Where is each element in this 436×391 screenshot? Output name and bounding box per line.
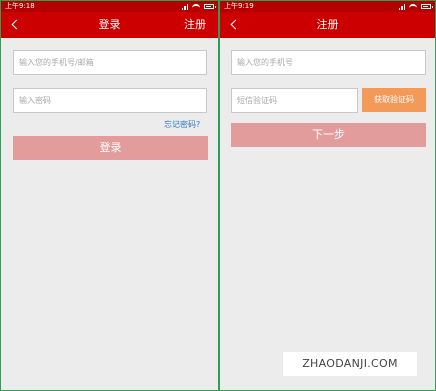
status-time: 上午9:19 bbox=[224, 2, 254, 10]
get-sms-code-button[interactable]: 获取验证码 bbox=[362, 88, 426, 112]
status-time: 上午9:18 bbox=[5, 2, 35, 10]
nav-bar: 注册 bbox=[220, 12, 435, 38]
account-input[interactable]: 输入您的手机号/邮箱 bbox=[13, 50, 207, 75]
phone-input[interactable]: 输入您的手机号 bbox=[231, 50, 426, 75]
watermark: ZHAODANJI.COM bbox=[283, 352, 417, 376]
sms-code-input[interactable]: 短信验证码 bbox=[231, 88, 358, 113]
login-button[interactable]: 登录 bbox=[13, 136, 208, 160]
page-title: 登录 bbox=[98, 18, 121, 31]
register-screen: 上午9:19 注册 输入您的手机号 短信验证码 获取验证码 下一步 bbox=[219, 0, 436, 391]
status-icons bbox=[181, 1, 216, 12]
nav-bar: 登录 注册 bbox=[1, 12, 218, 38]
login-screen: 上午9:18 登录 注册 输入您的手机号/邮箱 输入密码 忘记密码? 登录 bbox=[0, 0, 219, 391]
battery-icon bbox=[421, 4, 433, 9]
page-title: 注册 bbox=[316, 18, 339, 31]
wifi-icon bbox=[409, 3, 417, 10]
back-arrow-icon[interactable] bbox=[230, 19, 241, 30]
register-link[interactable]: 注册 bbox=[184, 12, 206, 38]
signal-icon bbox=[398, 3, 405, 10]
wifi-icon bbox=[192, 3, 200, 10]
battery-icon bbox=[204, 4, 216, 9]
status-bar: 上午9:19 bbox=[220, 1, 435, 12]
password-input[interactable]: 输入密码 bbox=[13, 88, 207, 113]
forgot-password-link[interactable]: 忘记密码? bbox=[164, 119, 200, 130]
signal-icon bbox=[181, 3, 188, 10]
status-icons bbox=[398, 1, 433, 12]
next-step-button[interactable]: 下一步 bbox=[231, 123, 426, 147]
status-bar: 上午9:18 bbox=[1, 1, 218, 12]
back-arrow-icon[interactable] bbox=[11, 19, 22, 30]
